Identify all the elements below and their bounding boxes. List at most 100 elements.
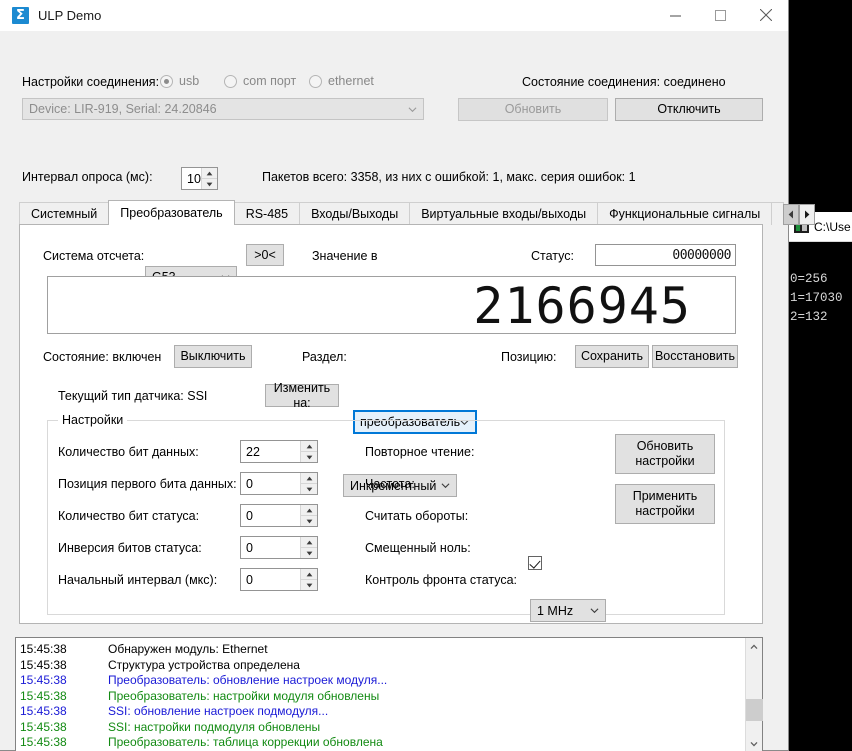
- connection-status: Состояние соединения: соединено: [522, 75, 726, 89]
- log-text: Преобразователь: настройки модуля обновл…: [108, 688, 380, 703]
- frequency-label: Частота:: [365, 477, 415, 491]
- log-time: 15:45:38: [20, 642, 67, 656]
- stepper-down-icon[interactable]: [301, 451, 317, 462]
- log-scrollbar[interactable]: [745, 638, 763, 751]
- maximize-icon[interactable]: [698, 0, 743, 31]
- log-scrollbar-track[interactable]: [745, 655, 763, 735]
- packets-stats: Пакетов всего: 3358, из них с ошибкой: 1…: [262, 170, 636, 184]
- status-bits-inversion-buttons[interactable]: [300, 537, 317, 558]
- save-position-button[interactable]: Сохранить: [575, 345, 649, 368]
- window-controls: [653, 0, 788, 31]
- stepper-up-icon[interactable]: [301, 537, 317, 547]
- scroll-up-icon[interactable]: [746, 638, 763, 655]
- radio-com-label: com порт: [243, 74, 297, 88]
- minimize-icon[interactable]: [653, 0, 698, 31]
- radio-usb[interactable]: usb: [160, 74, 199, 88]
- tab-systemnyi[interactable]: Системный: [19, 202, 110, 225]
- log-time: 15:45:38: [20, 704, 67, 718]
- toggle-power-button[interactable]: Выключить: [174, 345, 252, 368]
- tab-virtualnye-vhody-vyhody[interactable]: Виртуальные входы/выходы: [409, 202, 599, 225]
- stepper-up-icon[interactable]: [301, 473, 317, 483]
- chevron-right-icon[interactable]: [799, 204, 816, 225]
- polling-interval-value: 10: [187, 171, 201, 186]
- first-bit-position-stepper[interactable]: 0: [240, 472, 318, 495]
- shifted-zero-label: Смещенный ноль:: [365, 541, 471, 555]
- data-bits-buttons[interactable]: [300, 441, 317, 462]
- stepper-down-icon[interactable]: [201, 178, 217, 189]
- log-row: 15:45:38 Преобразователь: таблица коррек…: [20, 735, 745, 751]
- status-bits-stepper[interactable]: 0: [240, 504, 318, 527]
- polling-interval-label: Интервал опроса (мс):: [22, 170, 153, 184]
- refresh-settings-button[interactable]: Обновить настройки: [615, 434, 715, 474]
- log-time: 15:45:38: [20, 688, 67, 703]
- frequency-select[interactable]: 1 MHz: [530, 599, 606, 622]
- zero-button[interactable]: >0<: [246, 244, 284, 266]
- titlebar[interactable]: Σ ULP Demo: [0, 0, 788, 31]
- log-time: 15:45:38: [20, 673, 67, 687]
- connection-settings-label: Настройки соединения:: [22, 75, 160, 89]
- radio-com-dot: [224, 74, 237, 88]
- status-bits-inversion-stepper[interactable]: 0: [240, 536, 318, 559]
- close-icon[interactable]: [743, 0, 788, 31]
- console-window[interactable]: C:\Use 0=256 1=17030 2=132: [787, 212, 852, 751]
- apply-settings-button[interactable]: Применить настройки: [615, 484, 715, 524]
- data-bits-label: Количество бит данных:: [58, 445, 199, 459]
- refresh-connection-button[interactable]: Обновить: [458, 98, 608, 121]
- device-select-value: Device: LIR-919, Serial: 24.20846: [29, 102, 217, 116]
- tab-label: Функциональные сигналы: [609, 207, 761, 221]
- stepper-up-icon[interactable]: [301, 441, 317, 451]
- tab-label: Виртуальные входы/выходы: [421, 207, 587, 221]
- log-text: Преобразователь: обновление настроек мод…: [108, 673, 388, 687]
- initial-interval-stepper[interactable]: 0: [240, 568, 318, 591]
- status-label: Статус:: [531, 249, 574, 263]
- tab-funkcionalnye-signaly[interactable]: Функциональные сигналы: [597, 202, 773, 225]
- status-bits-buttons[interactable]: [300, 505, 317, 526]
- data-bits-stepper[interactable]: 22: [240, 440, 318, 463]
- repeat-read-checkbox[interactable]: [528, 556, 542, 570]
- tab-preobrazovatel[interactable]: Преобразователь: [108, 200, 235, 225]
- position-label: Позицию:: [501, 350, 557, 364]
- stepper-down-icon[interactable]: [301, 547, 317, 558]
- chevron-left-icon[interactable]: [783, 204, 800, 225]
- stepper-up-icon[interactable]: [201, 168, 217, 178]
- converter-state-label: Состояние: включен: [43, 350, 162, 364]
- data-bits-value: 22: [246, 444, 260, 459]
- log-row: 15:45:38 Преобразователь: настройки моду…: [20, 689, 745, 705]
- tab-vhody-vyhody[interactable]: Входы/Выходы: [299, 202, 411, 225]
- stepper-down-icon[interactable]: [301, 515, 317, 526]
- initial-interval-buttons[interactable]: [300, 569, 317, 590]
- scroll-down-icon[interactable]: [746, 735, 763, 751]
- tab-scroll-buttons: [783, 204, 816, 225]
- change-sensor-type-button[interactable]: Изменить на:: [265, 381, 339, 410]
- status-bits-inversion-label: Инверсия битов статуса:: [58, 541, 202, 555]
- polling-interval-buttons[interactable]: [200, 168, 217, 189]
- initial-interval-label: Начальный интервал (мкс):: [58, 573, 218, 587]
- log-scrollbar-thumb[interactable]: [745, 699, 763, 721]
- stepper-down-icon[interactable]: [301, 579, 317, 590]
- polling-interval-stepper[interactable]: 10: [181, 167, 218, 190]
- disconnect-button[interactable]: Отключить: [615, 98, 763, 121]
- stepper-down-icon[interactable]: [301, 483, 317, 494]
- status-bits-value: 0: [246, 508, 253, 523]
- settings-group-title: Настройки: [58, 413, 128, 427]
- radio-ethernet[interactable]: ethernet: [309, 74, 374, 88]
- device-select[interactable]: Device: LIR-919, Serial: 24.20846: [22, 98, 424, 120]
- frequency-value: 1 MHz: [537, 603, 574, 618]
- log-panel[interactable]: 15:45:38 Обнаружен модуль: Ethernet 15:4…: [15, 637, 763, 751]
- initial-interval-value: 0: [246, 572, 253, 587]
- value-in-label: Значение в: [312, 249, 378, 263]
- tab-rs485[interactable]: RS-485: [233, 202, 301, 225]
- tab-bar: Системный Преобразователь RS-485 Входы/В…: [19, 200, 816, 225]
- log-time: 15:45:38: [20, 735, 67, 749]
- status-value: 00000000: [672, 247, 731, 263]
- radio-com[interactable]: com порт: [224, 74, 296, 88]
- log-row: 15:45:38 SSI: обновление настроек подмод…: [20, 704, 745, 720]
- repeat-read-label: Повторное чтение:: [365, 445, 475, 459]
- first-bit-position-buttons[interactable]: [300, 473, 317, 494]
- stepper-up-icon[interactable]: [301, 505, 317, 515]
- radio-usb-label: usb: [179, 74, 200, 88]
- apply-settings-line2: настройки: [635, 504, 695, 518]
- restore-position-button[interactable]: Восстановить: [652, 345, 738, 368]
- client-area: Настройки соединения: usb com порт ether…: [0, 31, 816, 751]
- stepper-up-icon[interactable]: [301, 569, 317, 579]
